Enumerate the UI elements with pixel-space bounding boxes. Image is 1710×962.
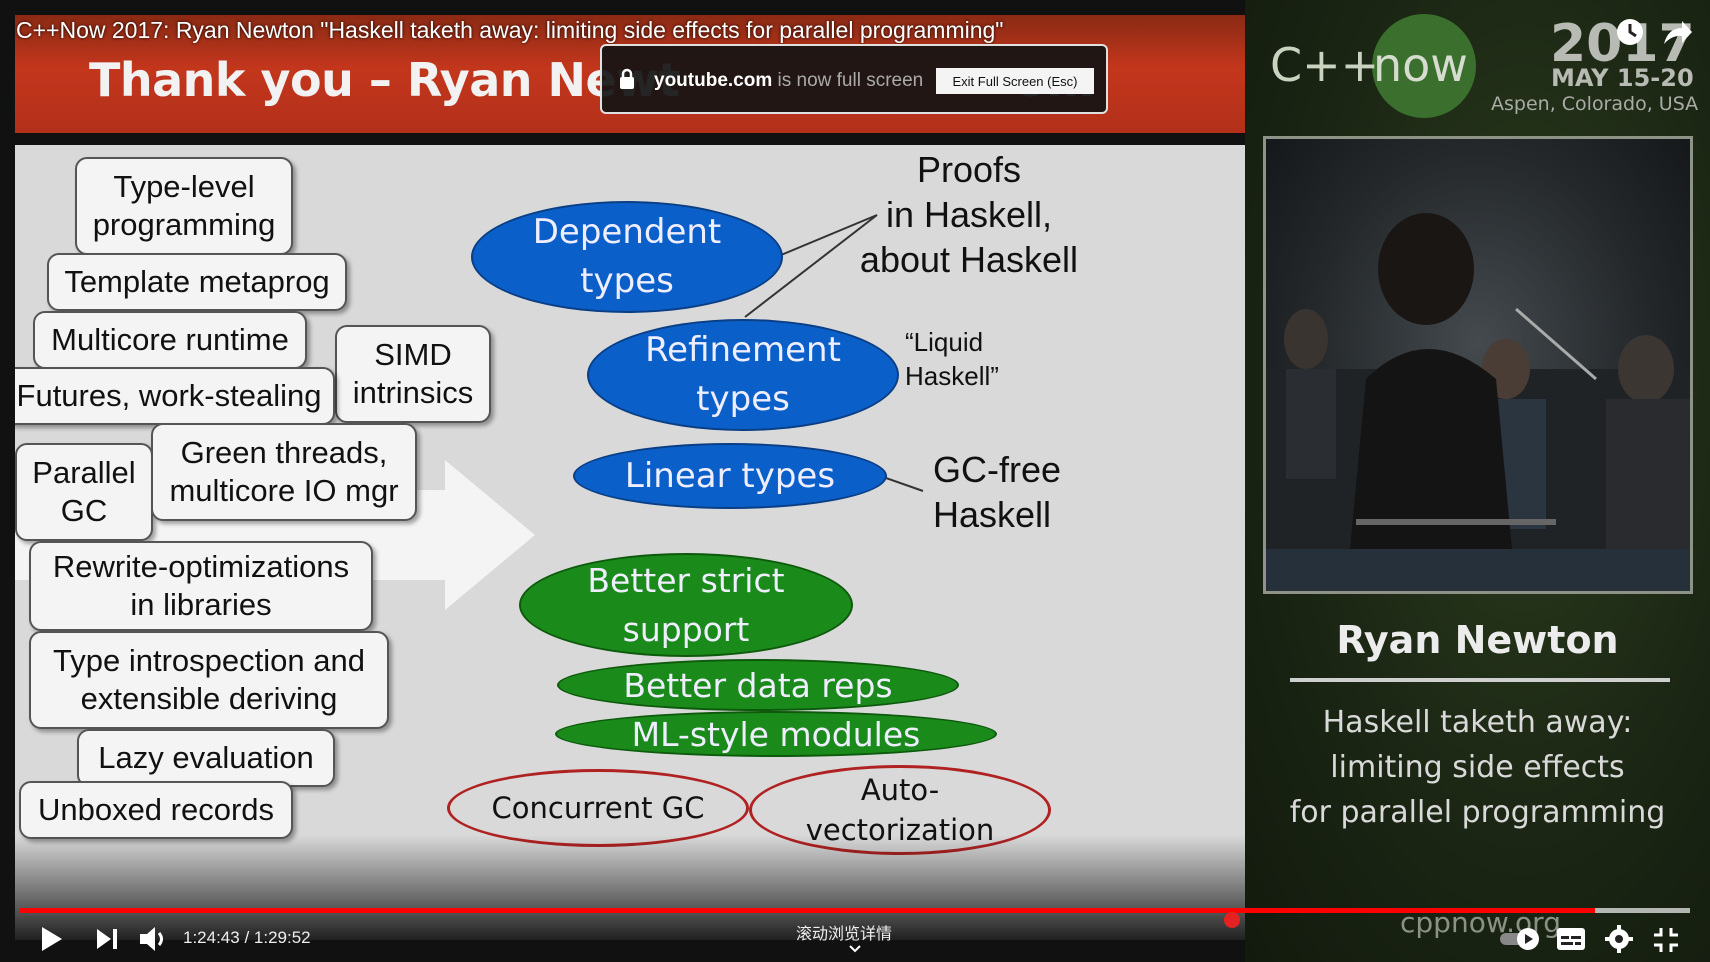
note-proofs: Proofs in Haskell, about Haskell <box>859 149 1079 280</box>
ellipse-ml-modules: ML-style modules <box>555 711 997 757</box>
ellipse-better-strict: Better strict support <box>519 553 853 657</box>
volume-icon[interactable] <box>138 924 170 954</box>
ellipse-better-data-reps: Better data reps <box>557 659 959 711</box>
video-title[interactable]: C++Now 2017: Ryan Newton "Haskell taketh… <box>16 17 1003 44</box>
player-gradient <box>15 835 1245 940</box>
share-icon[interactable] <box>1660 16 1694 48</box>
progress-buffer <box>1595 908 1690 913</box>
ellipse-dependent-types: Dependent types <box>471 201 783 313</box>
event-location: Aspen, Colorado, USA <box>1491 93 1699 115</box>
divider <box>1290 678 1670 682</box>
progress-scrubber[interactable] <box>1224 912 1240 928</box>
fullscreen-message: youtube.com is now full screen <box>654 70 923 92</box>
event-dates: MAY 15-20 <box>1551 64 1694 92</box>
audience-scene <box>1266 213 1690 591</box>
autoplay-toggle-icon[interactable] <box>1498 924 1544 954</box>
captions-icon[interactable] <box>1556 926 1586 952</box>
fullscreen-domain: youtube.com <box>654 70 773 91</box>
scroll-hint[interactable]: 滚动浏览详情 <box>796 920 892 944</box>
fullscreen-notice: youtube.com is now full screen Exit Full… <box>600 44 1108 114</box>
lock-icon <box>620 68 634 89</box>
ellipse-refinement-types: Refinement types <box>587 319 899 431</box>
note-liquid-haskell: “Liquid Haskell” <box>905 327 999 391</box>
note-gc-free: GC-free Haskell <box>933 449 1062 535</box>
conference-panel: C++ now 2017 MAY 15-20 Aspen, Colorado, … <box>1245 0 1710 962</box>
logo-cpp: C++ <box>1270 38 1380 92</box>
time-display: 1:24:43 / 1:29:52 <box>183 928 311 947</box>
clock-icon[interactable] <box>1614 16 1646 48</box>
ellipse-linear-types: Linear types <box>573 443 887 509</box>
speaker-name: Ryan Newton <box>1336 618 1619 662</box>
exit-fullscreen-button[interactable]: Exit Full Screen (Esc) <box>936 68 1094 94</box>
slide: Thank you – Ryan Newt om Type-level prog… <box>15 15 1245 940</box>
speaker-video <box>1263 136 1693 594</box>
settings-icon[interactable] <box>1604 924 1634 954</box>
fullscreen-text: is now full screen <box>772 70 924 91</box>
logo-now: now <box>1373 38 1468 92</box>
next-icon[interactable] <box>94 926 120 952</box>
exit-fullscreen-icon[interactable] <box>1652 926 1680 954</box>
chevron-down-icon[interactable] <box>848 944 862 954</box>
talk-title: Haskell taketh away: limiting side effec… <box>1289 705 1666 830</box>
progress-fill <box>20 908 1595 913</box>
play-icon[interactable] <box>38 924 64 954</box>
